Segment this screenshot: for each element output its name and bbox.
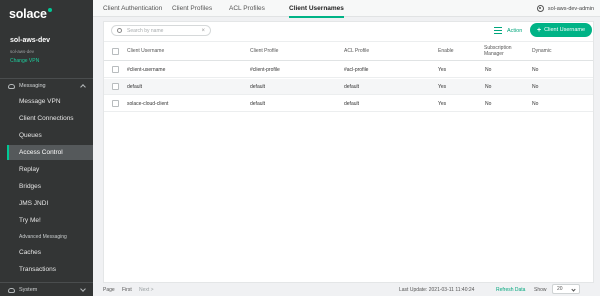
cell-client-profile: default	[250, 83, 266, 90]
tab-client-usernames-label: Client Usernames	[289, 5, 344, 12]
table-row[interactable]: default default default Yes No No	[104, 79, 593, 95]
active-tab-indicator	[289, 16, 344, 18]
action-button[interactable]: Action	[494, 25, 522, 36]
cell-subscription-manager: No	[485, 83, 492, 90]
sidebar: solace sol-aws-dev sol-aws-dev Change VP…	[0, 0, 93, 296]
create-client-username-button[interactable]: + Client Username	[530, 23, 592, 37]
sidebar-item-message-vpn[interactable]: Message VPN	[7, 94, 93, 109]
page-size-select[interactable]: 20	[552, 284, 580, 294]
cell-enable: Yes	[438, 66, 447, 73]
cell-client-profile: #client-profile	[250, 66, 280, 73]
messaging-section-label: Messaging	[19, 83, 46, 89]
column-header-username[interactable]: Client Username	[127, 42, 164, 60]
sliders-icon	[494, 27, 502, 34]
system-section-label: System	[19, 287, 38, 293]
column-header-acl-profile[interactable]: ACL Profile	[344, 42, 369, 60]
plus-icon: +	[536, 26, 542, 34]
clear-search-icon[interactable]: ×	[201, 28, 205, 34]
user-menu[interactable]: sol-aws-dev-admin	[536, 0, 594, 17]
column-header-dynamic[interactable]: Dynamic	[532, 42, 551, 60]
action-label: Action	[507, 27, 523, 34]
cell-username: #client-username	[127, 66, 166, 73]
refresh-data-link[interactable]: Refresh Data	[496, 283, 525, 296]
search-box[interactable]: ×	[111, 25, 211, 36]
chevron-down-icon	[571, 287, 576, 292]
cell-dynamic: No	[532, 66, 539, 73]
page-size-value: 20	[557, 286, 563, 292]
sidebar-divider	[0, 78, 93, 79]
sidebar-item-advanced-messaging[interactable]: Advanced Messaging	[7, 229, 93, 244]
cell-acl-profile: default	[344, 100, 360, 107]
chevron-down-icon	[80, 286, 86, 292]
cell-acl-profile: #acl-profile	[344, 66, 369, 73]
chevron-up-icon	[80, 84, 86, 90]
cell-username: solace-cloud-client	[127, 100, 169, 107]
client-usernames-panel: × Action + Client Username Client Userna…	[103, 21, 594, 283]
service-subtitle: sol-aws-dev	[10, 49, 35, 54]
chat-bubble-icon	[8, 83, 15, 89]
cell-client-profile: default	[250, 100, 266, 107]
next-page-button[interactable]: Next >	[139, 283, 154, 296]
sidebar-item-jms-jndi[interactable]: JMS JNDI	[7, 196, 93, 211]
row-checkbox[interactable]	[112, 100, 119, 107]
system-section-toggle[interactable]: System	[0, 284, 93, 296]
sidebar-item-bridges[interactable]: Bridges	[7, 179, 93, 194]
change-vpn-link[interactable]: Change VPN	[10, 58, 39, 64]
pagination-footer: Page First Next > Last Update: 2021-03-1…	[93, 283, 600, 296]
table-row[interactable]: solace-cloud-client default default Yes …	[104, 96, 593, 112]
cell-enable: Yes	[438, 100, 447, 107]
tab-client-profiles[interactable]: Client Profiles	[172, 0, 212, 17]
sidebar-item-queues[interactable]: Queues	[7, 128, 93, 143]
tab-client-authentication[interactable]: Client Authentication	[103, 0, 162, 17]
logo-text: solace	[9, 7, 47, 21]
sidebar-item-transactions[interactable]: Transactions	[7, 262, 93, 277]
user-name: sol-aws-dev-admin	[547, 5, 594, 12]
column-header-subscription-manager[interactable]: Subscription Manager	[484, 42, 522, 60]
search-icon	[117, 28, 122, 33]
show-label: Show	[534, 286, 547, 293]
cell-subscription-manager: No	[485, 100, 492, 107]
column-header-enable[interactable]: Enable	[438, 42, 454, 60]
messaging-section-toggle[interactable]: Messaging	[0, 80, 93, 92]
table-header: Client Username Client Profile ACL Profi…	[104, 41, 593, 61]
logo-dot	[47, 8, 52, 12]
select-all-checkbox[interactable]	[112, 48, 119, 55]
sidebar-item-access-control[interactable]: Access Control	[7, 145, 93, 160]
sidebar-item-try-me[interactable]: Try Me!	[7, 213, 93, 228]
user-circle-icon	[536, 5, 544, 12]
cell-username: default	[127, 83, 143, 90]
sidebar-item-client-connections[interactable]: Client Connections	[7, 111, 93, 126]
last-update-text: Last Update: 2021-03-11 11:40:24	[399, 286, 475, 293]
row-checkbox[interactable]	[112, 83, 119, 90]
search-input[interactable]	[127, 27, 199, 34]
tab-acl-profiles[interactable]: ACL Profiles	[229, 0, 265, 17]
sidebar-item-replay[interactable]: Replay	[7, 162, 93, 177]
column-header-client-profile[interactable]: Client Profile	[250, 42, 278, 60]
cell-dynamic: No	[532, 83, 539, 90]
first-page-button[interactable]: First	[122, 283, 132, 296]
sidebar-divider	[0, 282, 93, 283]
table-row[interactable]: #client-username #client-profile #acl-pr…	[104, 62, 593, 78]
cell-acl-profile: default	[344, 83, 360, 90]
service-name: sol-aws-dev	[10, 37, 51, 44]
solace-logo[interactable]: solace	[9, 7, 52, 21]
cell-enable: Yes	[438, 83, 447, 90]
top-tab-bar: Client Authentication Client Profiles AC…	[93, 0, 600, 18]
row-checkbox[interactable]	[112, 66, 119, 73]
page-label: Page	[103, 286, 115, 293]
sidebar-item-caches[interactable]: Caches	[7, 245, 93, 260]
cell-subscription-manager: No	[485, 66, 492, 73]
cell-dynamic: No	[532, 100, 539, 107]
system-icon	[8, 287, 15, 293]
create-button-label: Client Username	[544, 27, 586, 33]
tab-client-usernames[interactable]: Client Usernames	[289, 0, 344, 18]
